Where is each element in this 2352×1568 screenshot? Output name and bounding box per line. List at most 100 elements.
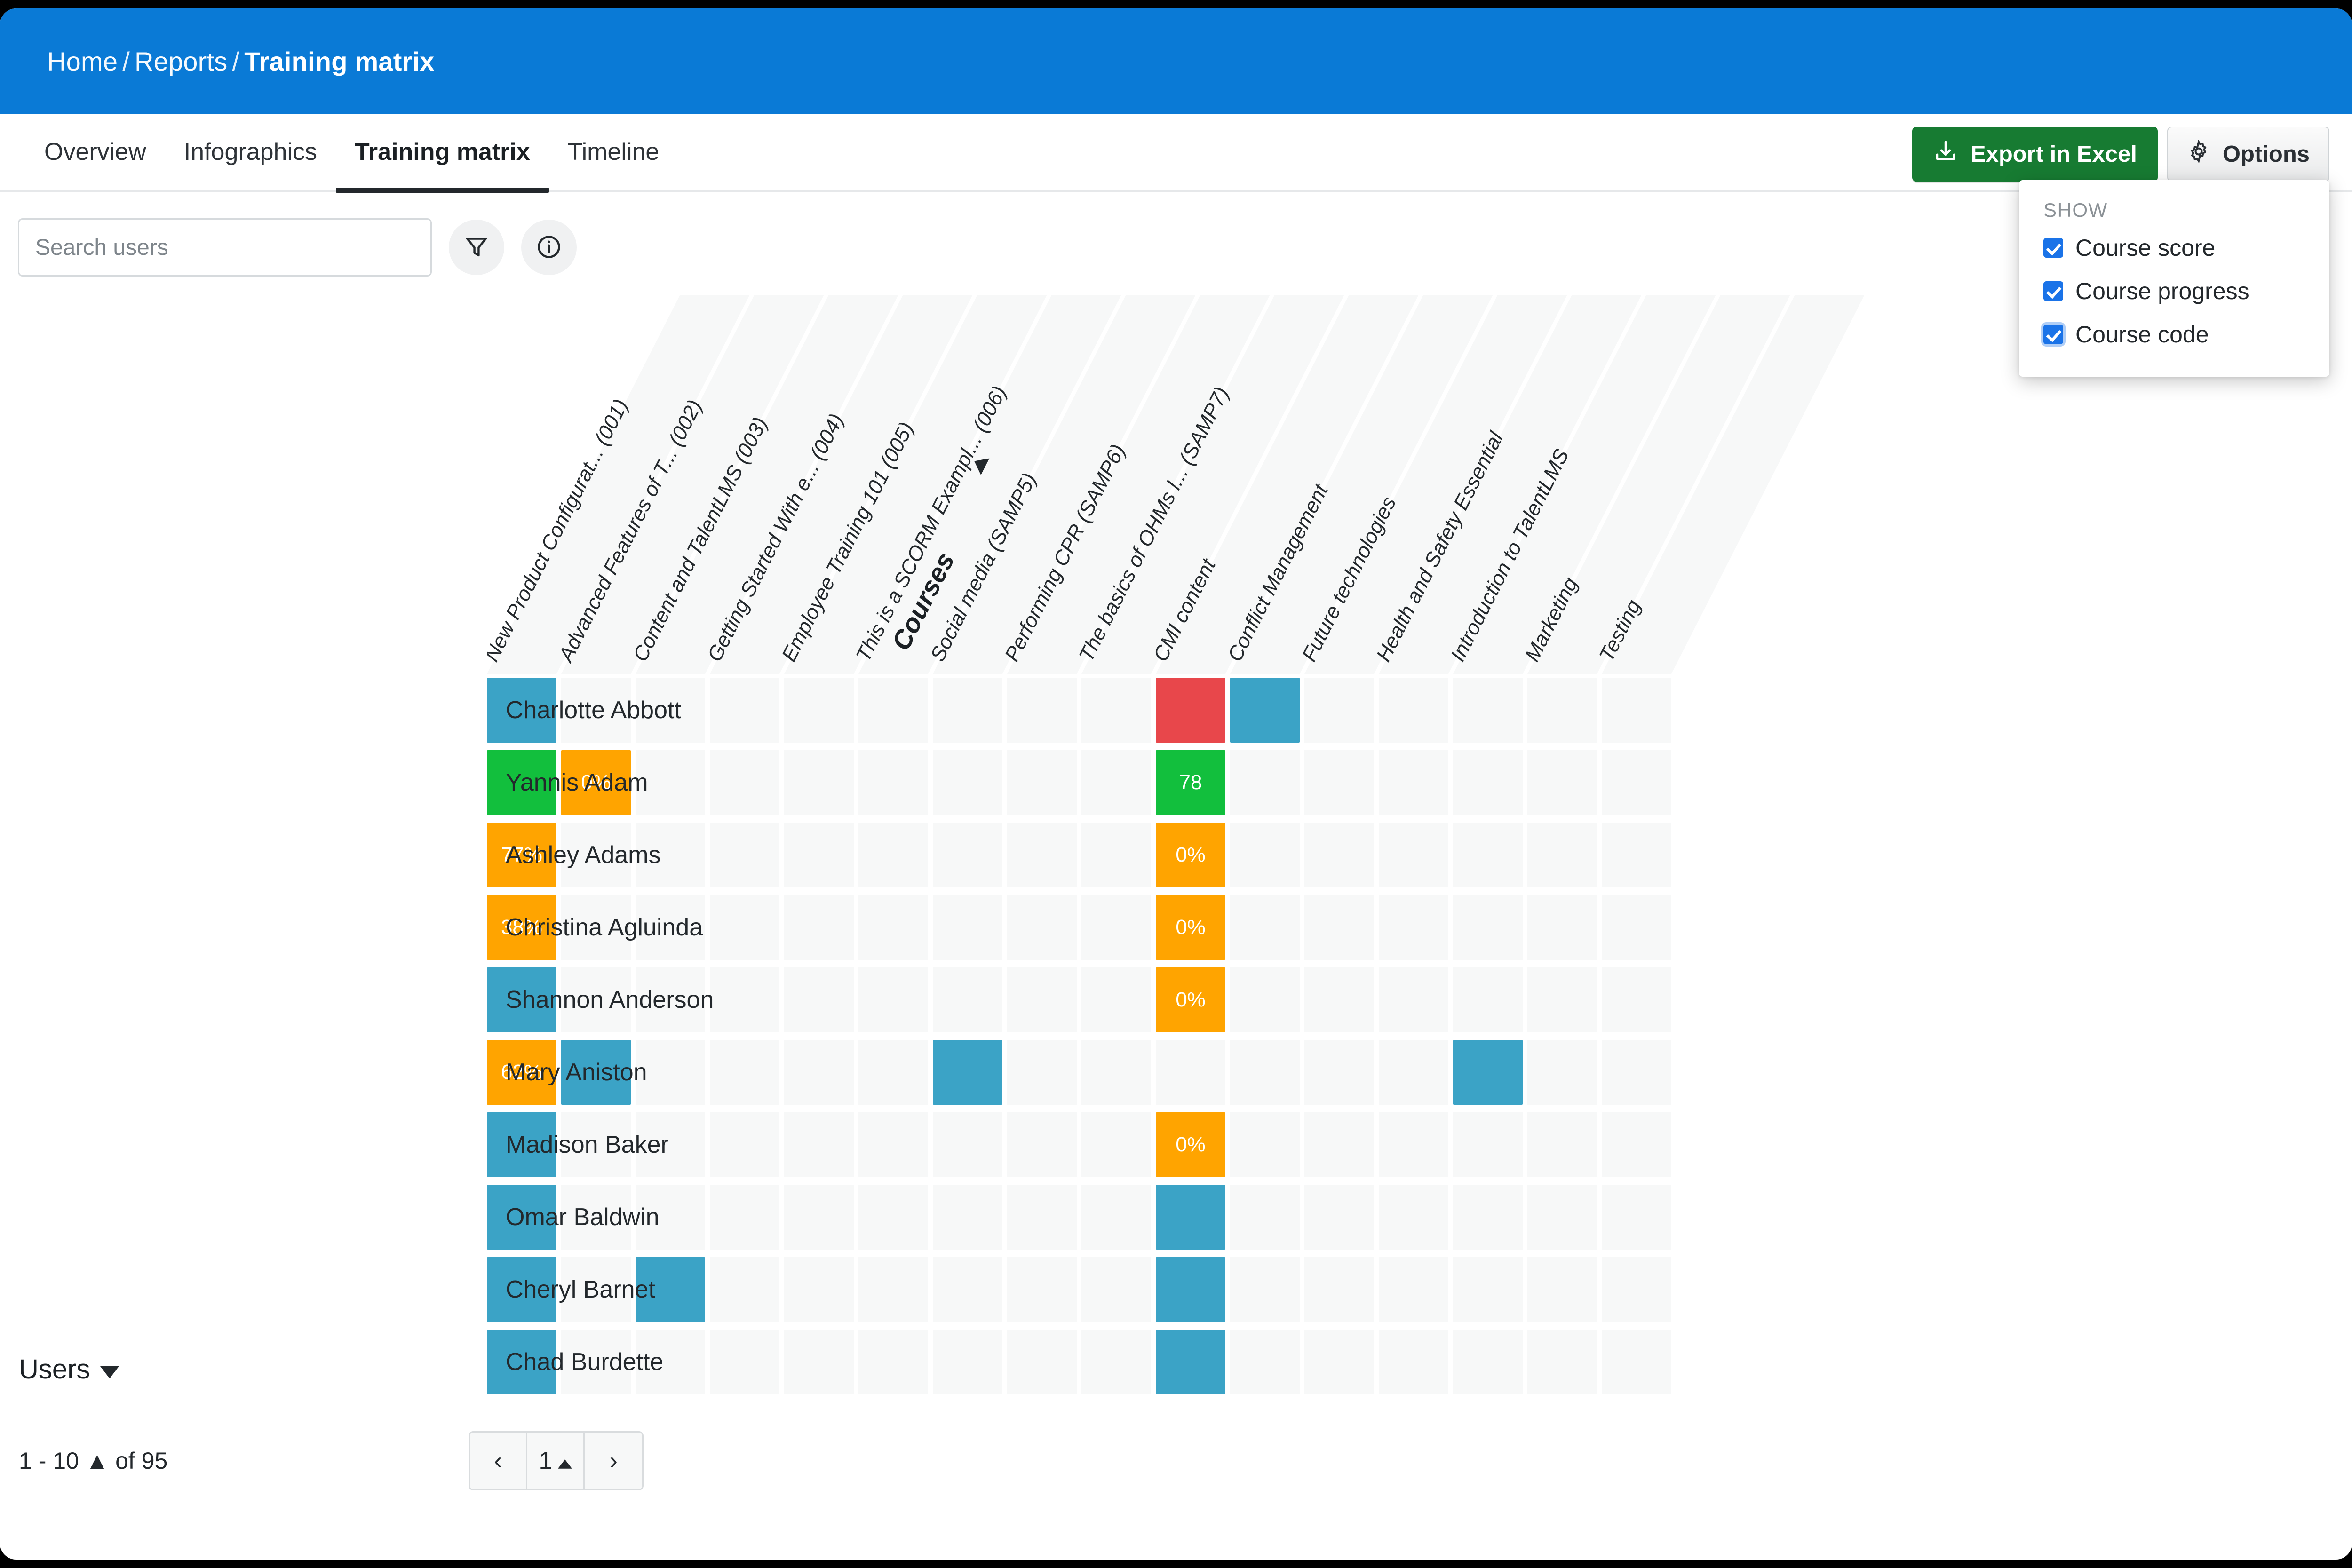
checkbox-course-score[interactable] xyxy=(2043,238,2063,258)
matrix-cell[interactable] xyxy=(1230,1330,1300,1394)
matrix-cell[interactable] xyxy=(1007,823,1077,887)
matrix-cell[interactable] xyxy=(1230,750,1300,815)
option-course-progress[interactable]: Course progress xyxy=(2019,269,2329,313)
matrix-cell[interactable] xyxy=(1081,1330,1151,1394)
matrix-cell[interactable] xyxy=(1453,895,1523,960)
matrix-user-name[interactable]: Mary Aniston xyxy=(487,1036,974,1109)
matrix-user-name[interactable]: Charlotte Abbott xyxy=(487,674,974,746)
export-in-excel-button[interactable]: Export in Excel xyxy=(1912,127,2158,182)
matrix-cell[interactable] xyxy=(1007,1257,1077,1322)
matrix-cell[interactable] xyxy=(1081,967,1151,1032)
matrix-cell[interactable] xyxy=(1379,750,1448,815)
tab-training-matrix[interactable]: Training matrix xyxy=(336,113,549,191)
matrix-cell[interactable] xyxy=(1156,1185,1225,1250)
matrix-cell[interactable] xyxy=(1081,750,1151,815)
matrix-user-name[interactable]: Shannon Anderson xyxy=(487,964,974,1036)
search-input[interactable] xyxy=(18,218,432,277)
matrix-cell[interactable] xyxy=(1602,1040,1671,1105)
checkbox-course-code[interactable] xyxy=(2043,325,2063,344)
matrix-cell[interactable] xyxy=(1527,823,1597,887)
matrix-cell[interactable] xyxy=(1304,1330,1374,1394)
matrix-user-name[interactable]: Yannis Adam xyxy=(487,746,974,819)
matrix-cell[interactable] xyxy=(1007,1040,1077,1105)
matrix-user-name[interactable]: Cheryl Barnet xyxy=(487,1253,974,1326)
filter-button[interactable] xyxy=(449,220,504,275)
matrix-cell[interactable] xyxy=(1379,895,1448,960)
matrix-cell[interactable] xyxy=(1007,895,1077,960)
matrix-cell[interactable] xyxy=(1230,967,1300,1032)
matrix-cell[interactable] xyxy=(1379,823,1448,887)
matrix-cell[interactable] xyxy=(1007,1185,1077,1250)
matrix-cell[interactable] xyxy=(1527,678,1597,743)
matrix-cell[interactable] xyxy=(1453,1257,1523,1322)
matrix-cell[interactable] xyxy=(1081,678,1151,743)
matrix-cell[interactable] xyxy=(1081,895,1151,960)
matrix-cell[interactable] xyxy=(1230,1185,1300,1250)
matrix-cell[interactable] xyxy=(1379,967,1448,1032)
matrix-cell[interactable] xyxy=(1304,895,1374,960)
matrix-cell[interactable] xyxy=(1081,823,1151,887)
matrix-cell[interactable] xyxy=(1007,750,1077,815)
matrix-cell[interactable] xyxy=(1453,1185,1523,1250)
matrix-cell[interactable] xyxy=(1156,1257,1225,1322)
matrix-cell[interactable] xyxy=(1527,895,1597,960)
matrix-cell[interactable] xyxy=(1230,895,1300,960)
prev-page-button[interactable]: ‹ xyxy=(470,1433,527,1489)
matrix-cell[interactable] xyxy=(1453,967,1523,1032)
matrix-cell[interactable]: 0% xyxy=(1156,967,1225,1032)
matrix-cell[interactable] xyxy=(1453,1330,1523,1394)
matrix-cell[interactable] xyxy=(1602,1185,1671,1250)
matrix-cell[interactable] xyxy=(1304,750,1374,815)
info-button[interactable] xyxy=(521,220,577,275)
matrix-user-name[interactable]: Madison Baker xyxy=(487,1109,974,1181)
matrix-cell[interactable] xyxy=(1304,678,1374,743)
matrix-cell[interactable] xyxy=(1304,967,1374,1032)
matrix-cell[interactable] xyxy=(1007,678,1077,743)
matrix-cell[interactable] xyxy=(1156,1040,1225,1105)
matrix-cell[interactable] xyxy=(1527,1040,1597,1105)
matrix-cell[interactable] xyxy=(1007,967,1077,1032)
matrix-cell[interactable] xyxy=(1602,678,1671,743)
breadcrumb-reports[interactable]: Reports xyxy=(135,47,227,76)
matrix-cell[interactable] xyxy=(1527,1257,1597,1322)
matrix-cell[interactable] xyxy=(1304,1185,1374,1250)
matrix-cell[interactable] xyxy=(1304,1112,1374,1177)
matrix-cell[interactable] xyxy=(1602,895,1671,960)
matrix-cell[interactable] xyxy=(1602,1112,1671,1177)
matrix-user-name[interactable]: Ashley Adams xyxy=(487,819,974,891)
tab-overview[interactable]: Overview xyxy=(25,113,165,191)
matrix-cell[interactable] xyxy=(1527,967,1597,1032)
matrix-cell[interactable] xyxy=(1081,1112,1151,1177)
matrix-cell[interactable] xyxy=(1453,823,1523,887)
matrix-cell[interactable] xyxy=(1007,1330,1077,1394)
matrix-cell[interactable] xyxy=(1602,1330,1671,1394)
matrix-cell[interactable] xyxy=(1081,1040,1151,1105)
matrix-cell[interactable] xyxy=(1230,678,1300,743)
option-course-score[interactable]: Course score xyxy=(2019,226,2329,269)
matrix-cell[interactable]: 0% xyxy=(1156,823,1225,887)
current-page-button[interactable]: 1 xyxy=(527,1433,585,1489)
matrix-user-name[interactable]: Omar Baldwin xyxy=(487,1181,974,1253)
matrix-cell[interactable] xyxy=(1379,1040,1448,1105)
matrix-cell[interactable]: 0% xyxy=(1156,895,1225,960)
breadcrumb-home[interactable]: Home xyxy=(47,47,118,76)
matrix-cell[interactable] xyxy=(1304,823,1374,887)
matrix-cell[interactable] xyxy=(1304,1040,1374,1105)
matrix-cell[interactable] xyxy=(1602,1257,1671,1322)
checkbox-course-progress[interactable] xyxy=(2043,281,2063,301)
matrix-cell[interactable] xyxy=(1453,1040,1523,1105)
matrix-cell[interactable]: 0% xyxy=(1156,1112,1225,1177)
matrix-cell[interactable] xyxy=(1602,823,1671,887)
users-sort-caret-icon[interactable] xyxy=(100,1354,119,1385)
matrix-cell[interactable] xyxy=(1379,1112,1448,1177)
matrix-cell[interactable] xyxy=(1379,1185,1448,1250)
next-page-button[interactable]: › xyxy=(585,1433,642,1489)
matrix-cell[interactable] xyxy=(1527,750,1597,815)
matrix-cell[interactable] xyxy=(1230,1112,1300,1177)
matrix-cell[interactable] xyxy=(1379,1257,1448,1322)
option-course-code[interactable]: Course code xyxy=(2019,313,2329,356)
matrix-cell[interactable] xyxy=(1081,1257,1151,1322)
matrix-cell[interactable] xyxy=(1379,1330,1448,1394)
matrix-cell[interactable] xyxy=(1156,678,1225,743)
matrix-cell[interactable] xyxy=(1379,678,1448,743)
